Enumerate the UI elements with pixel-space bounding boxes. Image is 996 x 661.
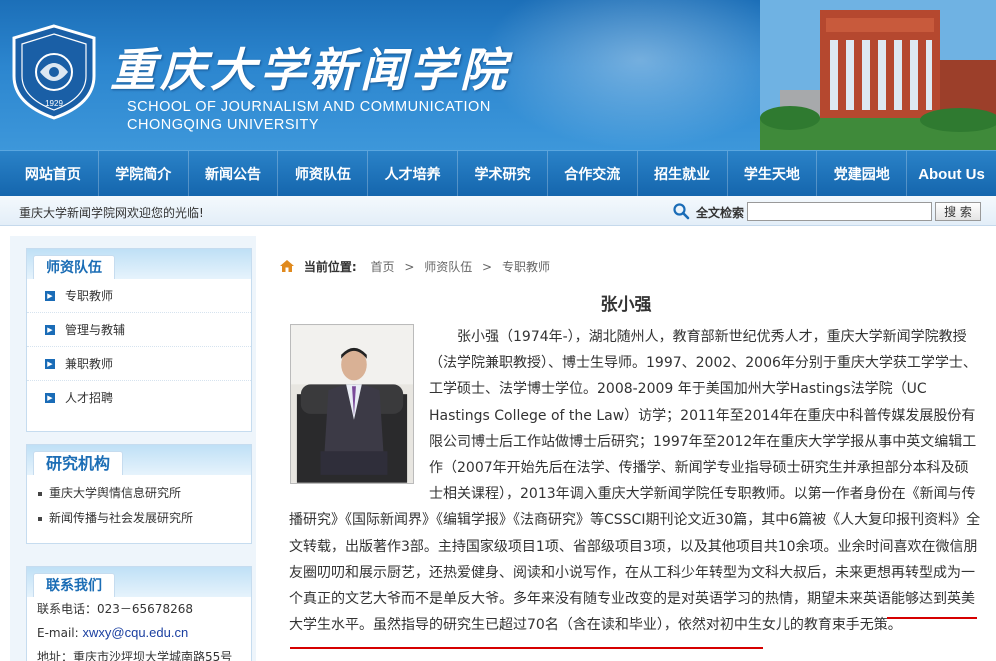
site-title: 重庆大学新闻学院: [110, 43, 510, 97]
contact-address: 地址：重庆市沙坪坝大学城南路55号: [37, 650, 233, 661]
search-input[interactable]: [747, 202, 932, 221]
nav-item-education[interactable]: 人才培养: [367, 151, 457, 197]
arrow-right-icon: ▶: [45, 393, 55, 403]
arrow-right-icon: ▶: [45, 325, 55, 335]
contact-box: 联系我们 联系电话：023－65678268 E-mail: xwxy@cqu.…: [26, 566, 252, 661]
header-glow: [480, 0, 800, 150]
search-button[interactable]: 搜 索: [935, 202, 981, 221]
sidebar: 师资队伍 ▶ 专职教师 ▶ 管理与教辅 ▶ 兼职教师 ▶ 人才招聘 研究机构 重庆大学舆…: [10, 236, 256, 661]
breadcrumb-faculty[interactable]: 师资队伍: [424, 260, 472, 274]
breadcrumb-separator: >: [482, 260, 493, 274]
main-nav: 网站首页 学院简介 新闻公告 师资队伍 人才培养 学术研究 合作交流 招生就业 …: [0, 150, 996, 197]
breadcrumb-full-time[interactable]: 专职教师: [502, 260, 550, 274]
sidebar-item-comm-institute[interactable]: 新闻传播与社会发展研究所: [27, 506, 251, 531]
contact-box-title: 联系我们: [33, 573, 115, 597]
nav-item-admissions[interactable]: 招生就业: [636, 151, 727, 197]
breadcrumb-label: 当前位置:: [303, 260, 357, 274]
site-header: 1929 重庆大学新闻学院 SCHOOL OF JOURNALISM AND C…: [0, 0, 996, 150]
search-icon: [673, 203, 690, 220]
sidebar-item-admin-staff[interactable]: ▶ 管理与教辅: [27, 313, 251, 347]
nav-item-students[interactable]: 学生天地: [726, 151, 817, 197]
nav-item-news[interactable]: 新闻公告: [187, 151, 278, 197]
site-subtitle-line1: SCHOOL OF JOURNALISM AND COMMUNICATION: [127, 99, 491, 115]
contact-email-row: E-mail: xwxy@cqu.edu.cn: [37, 625, 189, 640]
profile-name: 张小强: [600, 295, 652, 315]
nav-item-faculty[interactable]: 师资队伍: [277, 151, 367, 197]
profile-photo: [290, 324, 414, 484]
arrow-right-icon: ▶: [45, 359, 55, 369]
home-icon: [280, 260, 294, 272]
nav-item-party[interactable]: 党建园地: [816, 151, 906, 197]
profile-bio-highlight: 虽然指导的研究生已超过70名（含在读和毕业），依然对初中生女儿的教育束手无策。: [373, 617, 902, 634]
contact-email-link[interactable]: xwxy@cqu.edu.cn: [83, 625, 189, 640]
breadcrumb-home[interactable]: 首页: [370, 260, 394, 274]
sidebar-item-full-time[interactable]: ▶ 专职教师: [27, 279, 251, 313]
university-seal-icon[interactable]: 1929: [10, 24, 98, 120]
nav-item-home[interactable]: 网站首页: [8, 151, 98, 197]
main-content: 当前位置: 首页 > 师资队伍 > 专职教师 张小强 张小强（1974年-），湖…: [256, 236, 996, 661]
sidebar-item-recruitment[interactable]: ▶ 人才招聘: [27, 381, 251, 415]
faculty-box-title: 师资队伍: [33, 255, 115, 279]
svg-text:1929: 1929: [45, 99, 63, 108]
breadcrumb-separator: >: [404, 260, 415, 274]
breadcrumb: 当前位置: 首页 > 师资队伍 > 专职教师: [280, 258, 550, 275]
highlight-underline: [887, 617, 977, 619]
faculty-box-header: 师资队伍: [27, 249, 251, 279]
contact-phone: 联系电话：023－65678268: [37, 602, 193, 616]
research-box-header: 研究机构: [27, 445, 251, 475]
search-label: 全文检索: [696, 206, 745, 220]
welcome-bar: 重庆大学新闻学院网欢迎您的光临! 全文检索 搜 索: [0, 196, 996, 226]
research-box-title: 研究机构: [33, 451, 124, 475]
campus-building-image: [760, 0, 996, 150]
faculty-box: 师资队伍 ▶ 专职教师 ▶ 管理与教辅 ▶ 兼职教师 ▶ 人才招聘: [26, 248, 252, 432]
site-subtitle-line2: CHONGQING UNIVERSITY: [127, 117, 320, 133]
nav-item-research[interactable]: 学术研究: [457, 151, 547, 197]
nav-item-about-us[interactable]: About Us: [906, 151, 996, 197]
welcome-message: 重庆大学新闻学院网欢迎您的光临!: [19, 206, 204, 220]
sidebar-item-opinion-institute[interactable]: 重庆大学舆情信息研究所: [27, 481, 251, 506]
nav-item-about[interactable]: 学院简介: [97, 151, 188, 197]
arrow-right-icon: ▶: [45, 291, 55, 301]
sidebar-item-part-time[interactable]: ▶ 兼职教师: [27, 347, 251, 381]
research-box: 研究机构 重庆大学舆情信息研究所 新闻传播与社会发展研究所: [26, 444, 252, 544]
contact-box-header: 联系我们: [27, 567, 251, 597]
highlight-underline: [290, 647, 763, 649]
nav-item-cooperation[interactable]: 合作交流: [546, 151, 637, 197]
